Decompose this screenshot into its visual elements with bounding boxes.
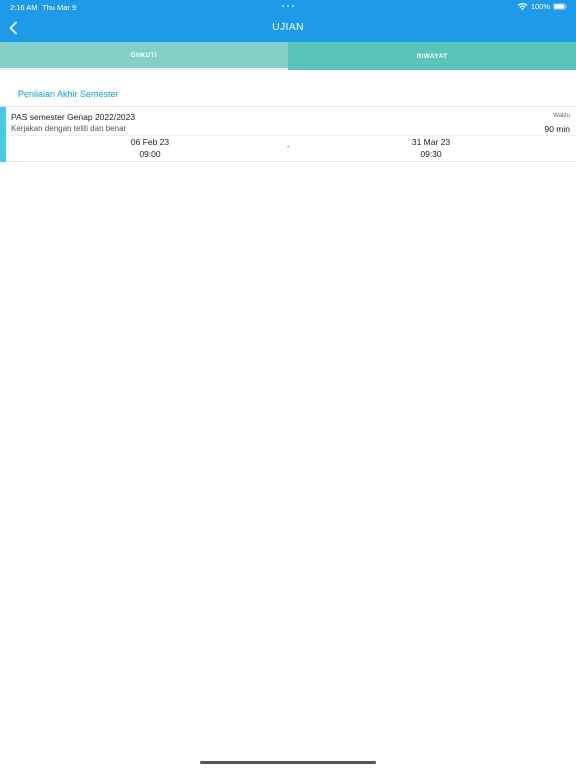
- battery-icon: [553, 3, 567, 10]
- tab-diikuti[interactable]: DIIKUTI: [0, 42, 288, 70]
- status-time: 2:16 AM: [10, 3, 38, 12]
- end-time: 09:30: [420, 149, 442, 159]
- duration-value: 90 min: [544, 124, 570, 134]
- schedule-separator: -: [287, 142, 290, 151]
- exam-name: PAS semester Genap 2022/2023: [11, 112, 136, 122]
- start-time: 09:00: [139, 149, 161, 159]
- duration-label: Waktu: [553, 113, 570, 119]
- tab-bar: DIIKUTI RIWAYAT: [0, 42, 576, 70]
- tab-label: RIWAYAT: [416, 52, 448, 60]
- wifi-icon: [517, 3, 528, 11]
- battery-percentage: 100%: [530, 2, 550, 11]
- home-indicator[interactable]: [200, 761, 376, 764]
- section-title: Penilaian Akhir Semester: [18, 89, 119, 99]
- status-indicators: 100%: [517, 2, 567, 11]
- end-date: 31 Mar 23: [411, 137, 451, 147]
- start-date: 06 Feb 23: [130, 137, 170, 147]
- app-header: 2:16 AM Thu Mar 9 100% UJIAN: [0, 0, 576, 42]
- tab-riwayat[interactable]: RIWAYAT: [288, 42, 576, 70]
- multitasking-dots-icon[interactable]: [282, 5, 294, 9]
- status-bar: 2:16 AM Thu Mar 9 100%: [0, 0, 576, 14]
- schedule-end: 31 Mar 23 09:30: [371, 136, 491, 160]
- tab-label: DIIKUTI: [130, 51, 158, 59]
- exam-list-item[interactable]: PAS semester Genap 2022/2023 Kerjakan de…: [0, 106, 576, 162]
- page-title: UJIAN: [272, 21, 304, 33]
- schedule-start: 06 Feb 23 09:00: [90, 136, 210, 160]
- status-date: Thu Mar 9: [42, 3, 77, 12]
- exam-description: Kerjakan dengan teliti dan benar: [11, 124, 127, 133]
